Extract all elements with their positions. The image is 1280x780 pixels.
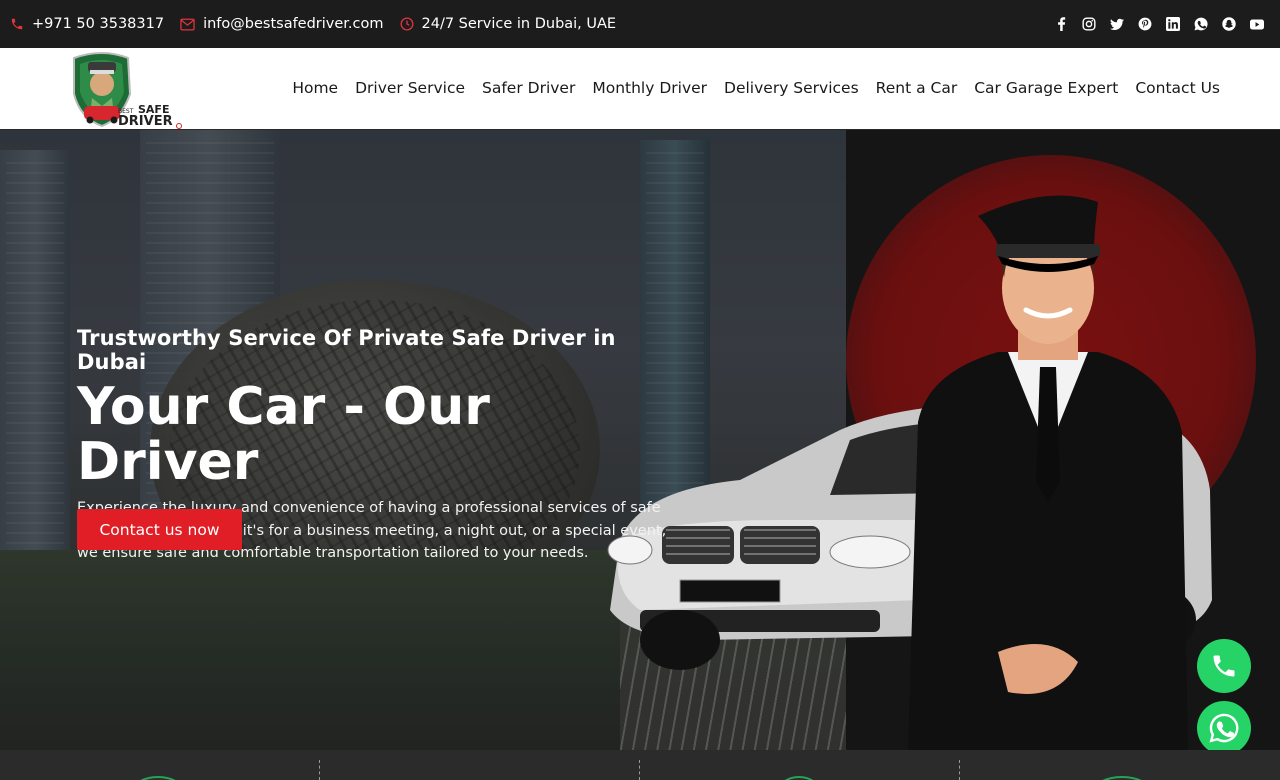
youtube-icon[interactable] xyxy=(1250,17,1264,31)
nav-safer-driver[interactable]: Safer Driver xyxy=(482,79,575,97)
whatsapp-chat-icon xyxy=(1209,713,1239,743)
nav-monthly-driver[interactable]: Monthly Driver xyxy=(592,79,707,97)
features-strip-preview xyxy=(0,750,1280,780)
top-contact-bar: +971 50 3538317 info@bestsafedriver.com … xyxy=(0,0,1280,48)
clock-icon xyxy=(400,17,413,31)
nav-contact-us[interactable]: Contact Us xyxy=(1135,79,1220,97)
floating-whatsapp-button[interactable] xyxy=(1197,701,1251,755)
hours-text: 24/7 Service in Dubai, UAE xyxy=(421,16,617,32)
linkedin-icon[interactable] xyxy=(1166,17,1180,31)
phone-call-icon xyxy=(1213,655,1235,677)
feature-icon-ring xyxy=(1093,776,1151,780)
main-navigation: Home Driver Service Safer Driver Monthly… xyxy=(292,48,1220,128)
hero-subtitle: Trustworthy Service Of Private Safe Driv… xyxy=(77,326,616,374)
nav-rent-a-car[interactable]: Rent a Car xyxy=(876,79,958,97)
site-logo[interactable]: BEST SAFE DRIVER xyxy=(66,50,186,130)
twitter-icon[interactable] xyxy=(1110,17,1124,31)
phone-contact[interactable]: +971 50 3538317 xyxy=(10,16,164,32)
contact-us-button[interactable]: Contact us now xyxy=(77,509,242,550)
floating-call-button[interactable] xyxy=(1197,639,1251,693)
nav-delivery-services[interactable]: Delivery Services xyxy=(724,79,859,97)
feature-icon-ring xyxy=(132,776,184,780)
instagram-icon[interactable] xyxy=(1082,17,1096,31)
nav-car-garage-expert[interactable]: Car Garage Expert xyxy=(974,79,1118,97)
email-address: info@bestsafedriver.com xyxy=(203,16,384,32)
nav-driver-service[interactable]: Driver Service xyxy=(355,79,465,97)
envelope-icon xyxy=(180,18,195,30)
snapchat-icon[interactable] xyxy=(1222,17,1236,31)
facebook-icon[interactable] xyxy=(1054,17,1068,31)
phone-number: +971 50 3538317 xyxy=(32,16,165,32)
section-divider xyxy=(319,760,320,780)
svg-text:DRIVER: DRIVER xyxy=(118,114,173,129)
section-divider xyxy=(959,760,960,780)
email-contact[interactable]: info@bestsafedriver.com xyxy=(180,16,384,32)
hero-title: Your Car - Our Driver xyxy=(77,377,490,492)
site-header: BEST SAFE DRIVER Home Driver Service Saf… xyxy=(0,48,1280,130)
social-links xyxy=(1054,0,1264,48)
feature-icon-ring xyxy=(778,776,820,780)
section-divider xyxy=(639,760,640,780)
service-hours: 24/7 Service in Dubai, UAE xyxy=(400,16,617,32)
pinterest-icon[interactable] xyxy=(1138,17,1152,31)
chauffeur-image xyxy=(908,195,1188,750)
phone-icon xyxy=(11,18,23,30)
whatsapp-icon[interactable] xyxy=(1194,17,1208,31)
nav-home[interactable]: Home xyxy=(292,79,338,97)
hero-section: Trustworthy Service Of Private Safe Driv… xyxy=(0,130,1280,750)
